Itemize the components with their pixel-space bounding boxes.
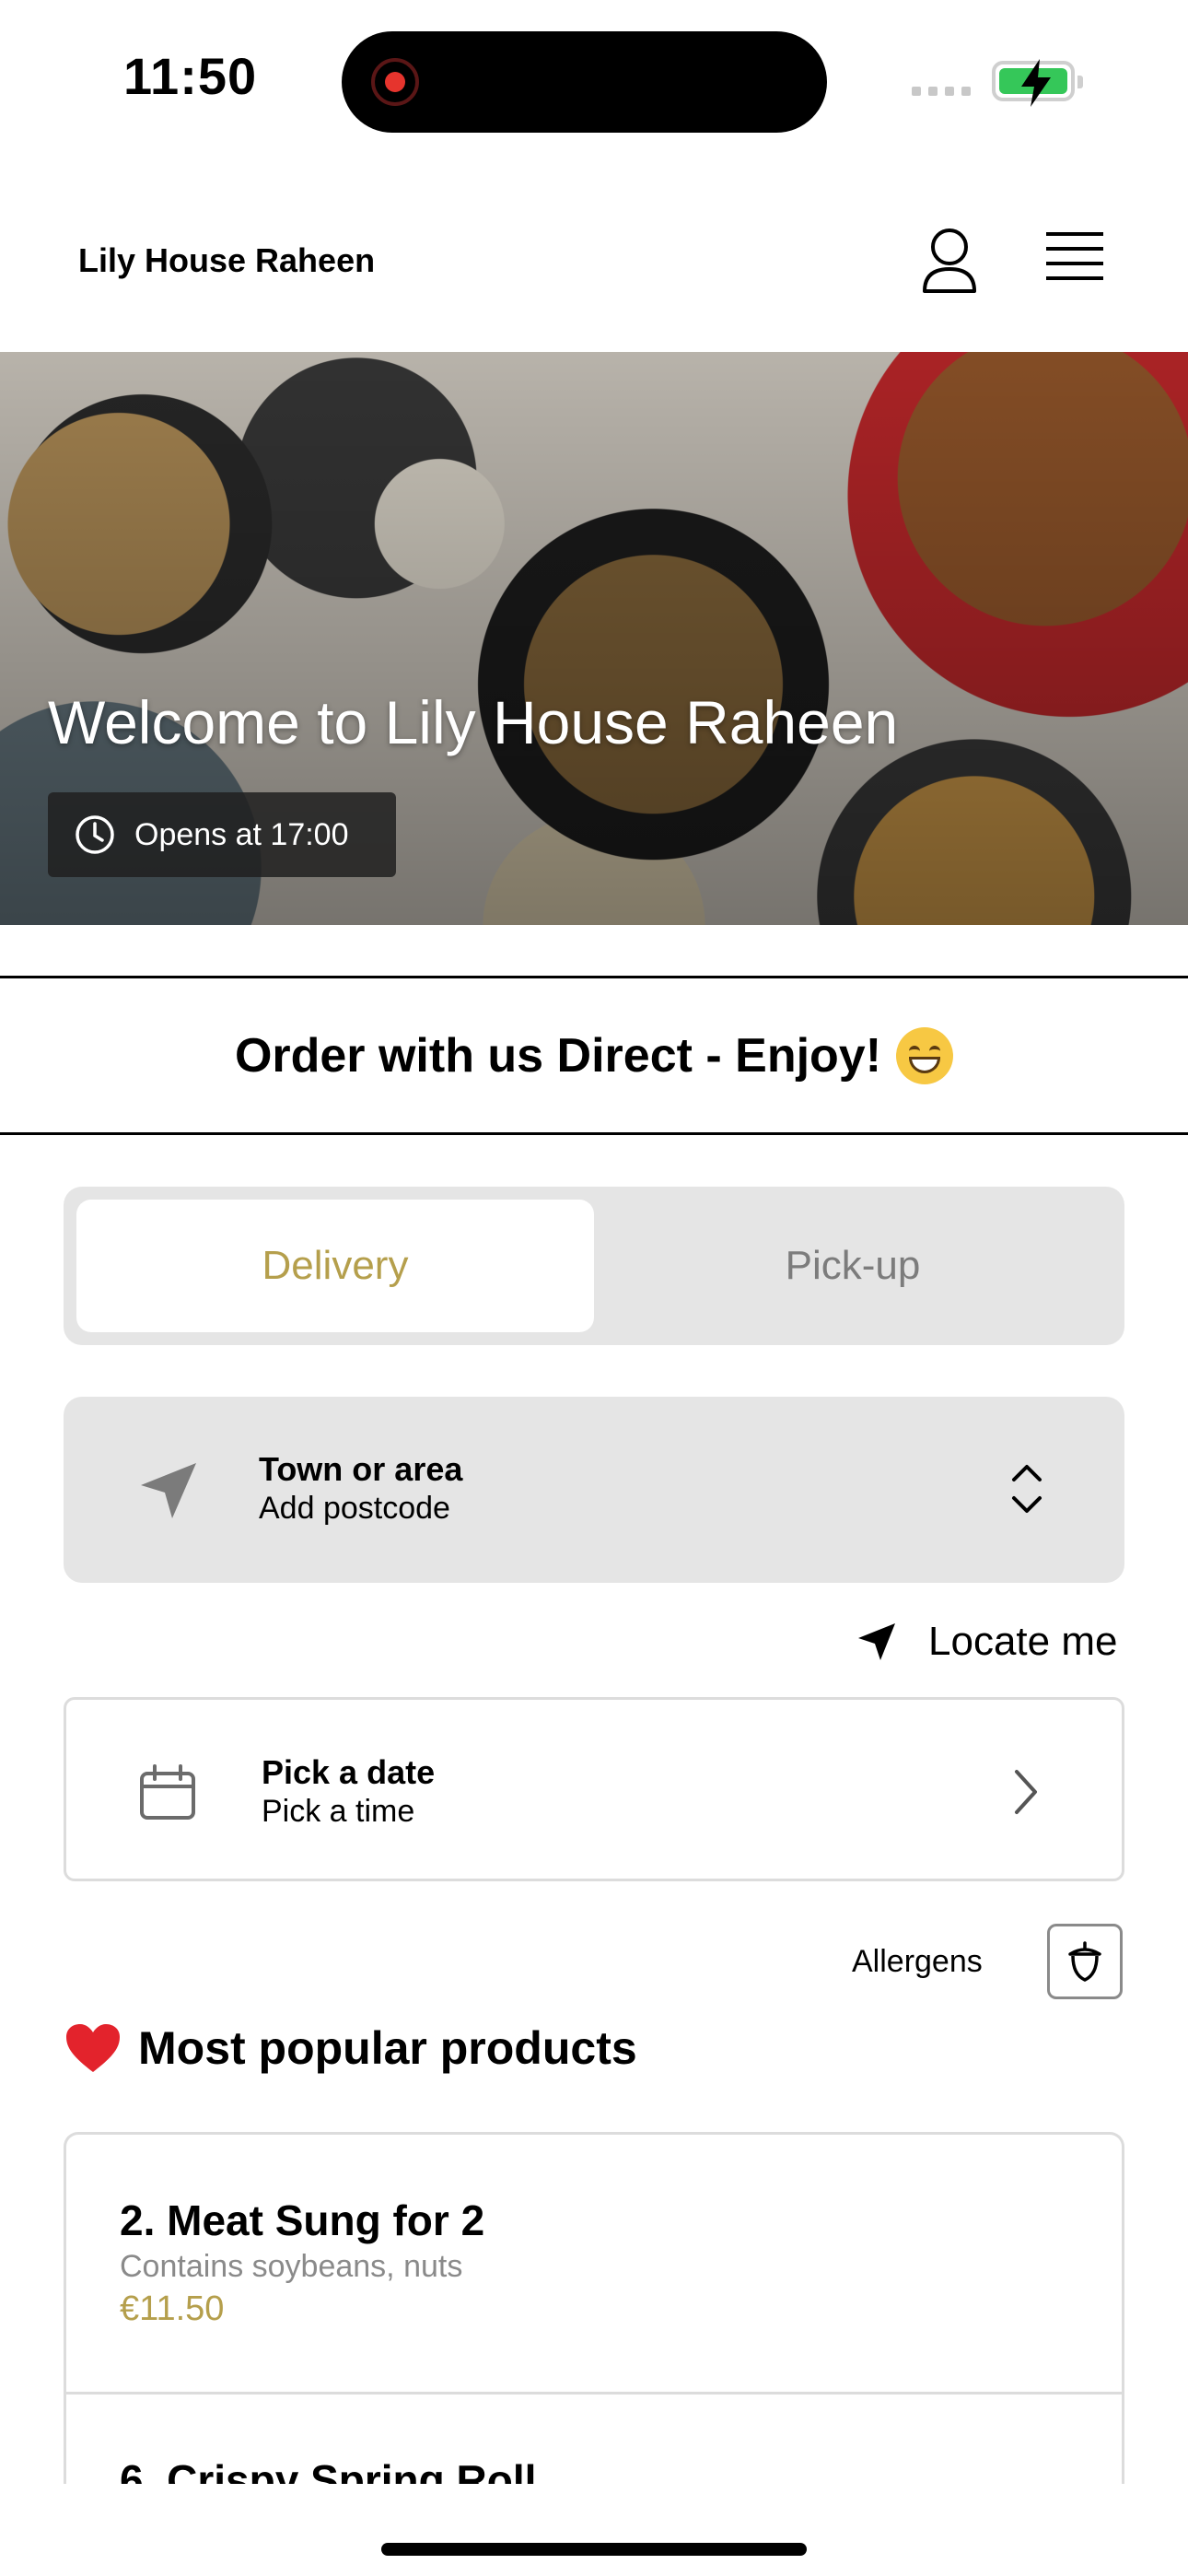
- allergens-label: Allergens: [852, 1944, 983, 1979]
- dynamic-island: [342, 31, 827, 133]
- calendar-icon: [140, 1764, 195, 1820]
- restaurant-name[interactable]: Lily House Raheen: [78, 241, 375, 280]
- tab-delivery[interactable]: Delivery: [76, 1200, 594, 1332]
- status-time: 11:50: [123, 47, 258, 105]
- product-name: 2. Meat Sung for 2: [120, 2196, 485, 2244]
- pick-date-label: Pick a date: [262, 1753, 436, 1791]
- tab-pickup[interactable]: Pick-up: [594, 1200, 1112, 1332]
- promo-text: Order with us Direct - Enjoy!: [234, 1028, 882, 1083]
- promo-banner: Order with us Direct - Enjoy!: [0, 976, 1188, 1135]
- order-type-toggle: Delivery Pick-up: [64, 1187, 1124, 1345]
- menu-button[interactable]: [1042, 228, 1107, 287]
- opening-hours-text: Opens at 17:00: [134, 816, 349, 852]
- user-icon: [923, 228, 976, 293]
- popular-products-list: 2. Meat Sung for 2 Contains soybeans, nu…: [64, 2132, 1124, 2484]
- product-price: €11.50: [120, 2289, 225, 2328]
- red-heart-icon: [66, 2024, 120, 2072]
- allergens-button[interactable]: [1047, 1924, 1123, 1999]
- popular-title-text: Most popular products: [138, 2022, 637, 2074]
- chevron-right-icon: [1015, 1770, 1037, 1814]
- popular-section-title: Most popular products: [64, 2021, 637, 2075]
- cellular-signal-icon: [912, 87, 971, 96]
- locate-me-button[interactable]: Locate me: [855, 1614, 1117, 1669]
- navigation-arrow-icon: [141, 1463, 196, 1518]
- locate-me-label: Locate me: [928, 1619, 1118, 1664]
- hero-banner: Welcome to Lily House Raheen Opens at 17…: [0, 352, 1188, 925]
- recording-indicator-icon: [371, 58, 419, 106]
- hamburger-menu-icon: [1046, 232, 1103, 280]
- app-header: Lily House Raheen: [0, 184, 1188, 352]
- product-card[interactable]: 6. Crispy Spring Roll: [66, 2395, 1122, 2484]
- product-card[interactable]: 2. Meat Sung for 2 Contains soybeans, nu…: [66, 2135, 1122, 2395]
- location-arrow-icon: [858, 1623, 895, 1660]
- grinning-face-icon: [896, 1026, 954, 1084]
- battery-icon: [992, 59, 1083, 107]
- account-button[interactable]: [917, 225, 982, 299]
- clock-icon: [76, 815, 114, 854]
- opening-hours-badge: Opens at 17:00: [48, 792, 396, 877]
- home-indicator[interactable]: [381, 2543, 807, 2556]
- acorn-icon: [1068, 1941, 1101, 1982]
- product-name: 6. Crispy Spring Roll: [120, 2456, 537, 2484]
- address-label: Town or area: [259, 1450, 463, 1488]
- pick-time-label: Pick a time: [262, 1794, 415, 1829]
- date-time-picker[interactable]: Pick a date Pick a time: [64, 1697, 1124, 1881]
- address-selector[interactable]: Town or area Add postcode: [64, 1397, 1124, 1583]
- postcode-field[interactable]: Add postcode: [259, 1491, 450, 1527]
- chevron-up-down-icon: [1012, 1465, 1042, 1513]
- hero-title: Welcome to Lily House Raheen: [48, 688, 899, 756]
- product-allergens: Contains soybeans, nuts: [120, 2249, 463, 2284]
- screen: 11:50 Lily House Raheen Welcome to Lily …: [0, 0, 1188, 2576]
- charging-bolt-icon: [1021, 59, 1051, 107]
- status-bar: 11:50: [0, 0, 1188, 166]
